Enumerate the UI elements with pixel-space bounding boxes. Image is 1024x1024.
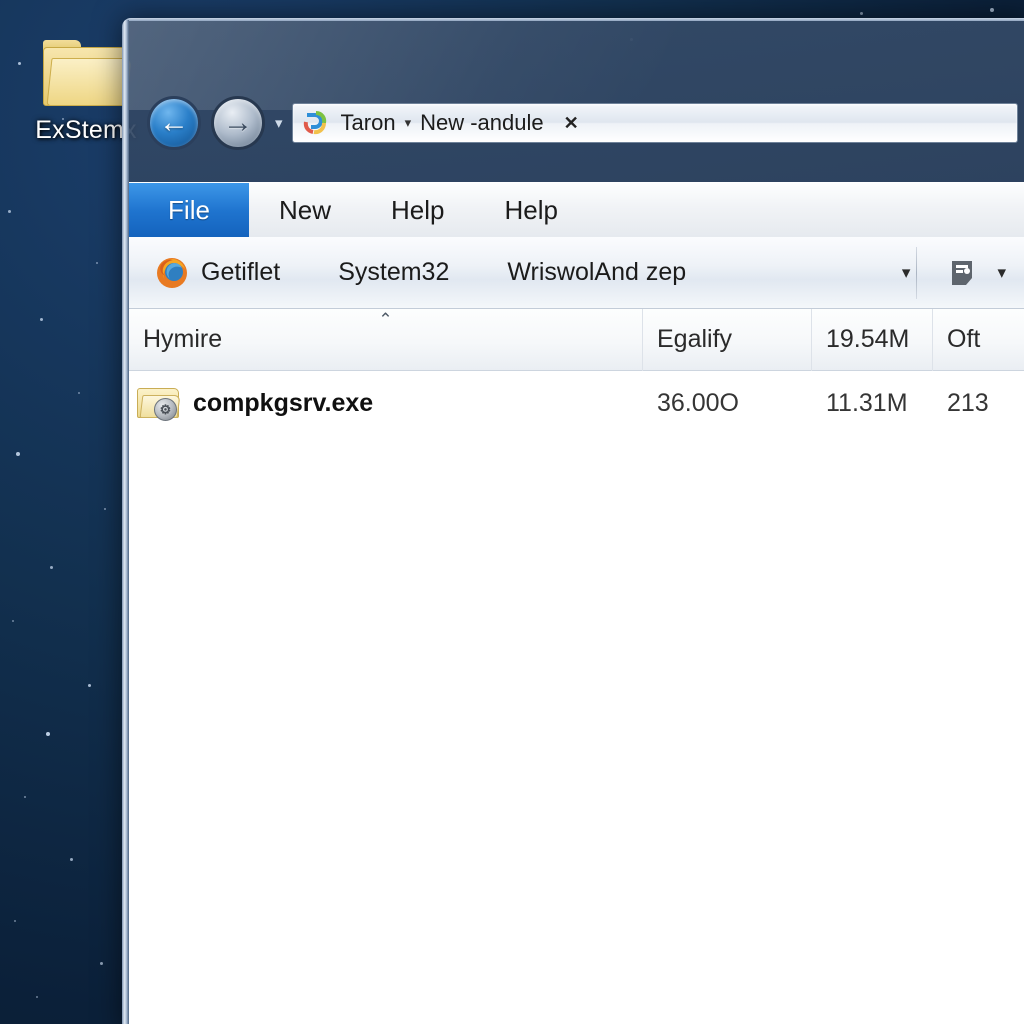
column-header-egalify[interactable]: Egalify [643, 308, 812, 371]
explorer-window: ← → ▾ Taron ▾ New -andule ✕ File New Hel… [122, 18, 1024, 1024]
star [100, 962, 103, 965]
close-icon[interactable]: ✕ [564, 113, 579, 134]
star [46, 732, 50, 736]
star [990, 8, 994, 12]
star [70, 858, 73, 861]
folder-icon [43, 38, 132, 106]
star [36, 996, 38, 998]
column-header-label: Hymire [143, 325, 223, 353]
title-bar[interactable] [129, 21, 1024, 89]
file-cell-oft: 213 [947, 388, 989, 417]
menu-item-help-2[interactable]: Help [475, 183, 588, 237]
toolbar-item-wriswoland-zep[interactable]: WriswolAnd zep [507, 258, 686, 287]
table-row[interactable]: ⚙ compkgsrv.exe 36.00O 11.31M 213 [129, 371, 1024, 435]
view-dropdown-icon[interactable]: ▾ [997, 263, 1006, 283]
column-header-label: Egalify [657, 325, 733, 353]
column-header-label: 19.54M [826, 325, 910, 353]
menu-item-new[interactable]: New [249, 183, 361, 237]
star [18, 62, 21, 65]
chevron-down-icon[interactable]: ▾ [405, 115, 412, 131]
star [860, 12, 863, 15]
file-name-label: compkgsrv.exe [193, 388, 374, 417]
toolbar-dropdown-icon[interactable]: ▾ [902, 263, 911, 283]
column-header-label: Oft [947, 325, 981, 353]
menu-item-help-1[interactable]: Help [361, 183, 474, 237]
file-name-cell[interactable]: ⚙ compkgsrv.exe [129, 384, 643, 422]
folder-gear-icon: ⚙ [137, 384, 183, 422]
back-arrow-icon: ← [159, 106, 189, 139]
history-dropdown-icon[interactable]: ▾ [275, 116, 283, 131]
navigation-bar: ← → ▾ Taron ▾ New -andule ✕ [129, 89, 1024, 157]
firefox-icon [155, 256, 189, 290]
column-header-hymire[interactable]: ⌃ Hymire [129, 308, 643, 371]
star [24, 796, 26, 798]
file-list[interactable]: ⚙ compkgsrv.exe 36.00O 11.31M 213 [129, 371, 1024, 1024]
star [104, 508, 106, 510]
explorer-icon [303, 110, 329, 136]
forward-button[interactable]: → [211, 96, 265, 150]
file-cell-egalify: 36.00O [657, 388, 740, 417]
menu-item-file[interactable]: File [129, 183, 249, 237]
toolbar-item-system32[interactable]: System32 [338, 258, 449, 287]
toolbar-separator [916, 246, 918, 299]
sort-ascending-icon: ⌃ [378, 309, 393, 329]
view-layout-icon[interactable] [947, 258, 977, 288]
column-header-oft[interactable]: Oft [933, 309, 1024, 371]
back-button[interactable]: ← [147, 96, 201, 150]
star [14, 920, 16, 922]
desktop: ExStemx ← → ▾ Taron ▾ New -andule ✕ File… [0, 0, 1024, 1024]
address-bar[interactable]: Taron ▾ New -andule ✕ [291, 103, 1018, 143]
star [88, 684, 91, 687]
forward-arrow-icon: → [223, 106, 253, 139]
menu-bar: File New Help Help [129, 182, 1024, 237]
star [96, 262, 98, 264]
breadcrumb-item-1[interactable]: Taron [341, 110, 396, 136]
star [16, 452, 20, 456]
file-cell-size: 11.31M [826, 388, 908, 417]
star [8, 210, 11, 213]
column-header-size[interactable]: 19.54M [812, 308, 933, 371]
star [40, 318, 43, 321]
star [12, 620, 14, 622]
star [78, 392, 80, 394]
window-frame-left [122, 20, 129, 1024]
breadcrumb-item-2[interactable]: New -andule [420, 110, 544, 136]
toolbar: Getiflet System32 WriswolAnd zep ▾ ▾ [129, 237, 1024, 309]
star [50, 566, 53, 569]
column-headers: ⌃ Hymire Egalify 19.54M Oft [129, 308, 1024, 371]
toolbar-item-getiflet[interactable]: Getiflet [201, 258, 280, 287]
